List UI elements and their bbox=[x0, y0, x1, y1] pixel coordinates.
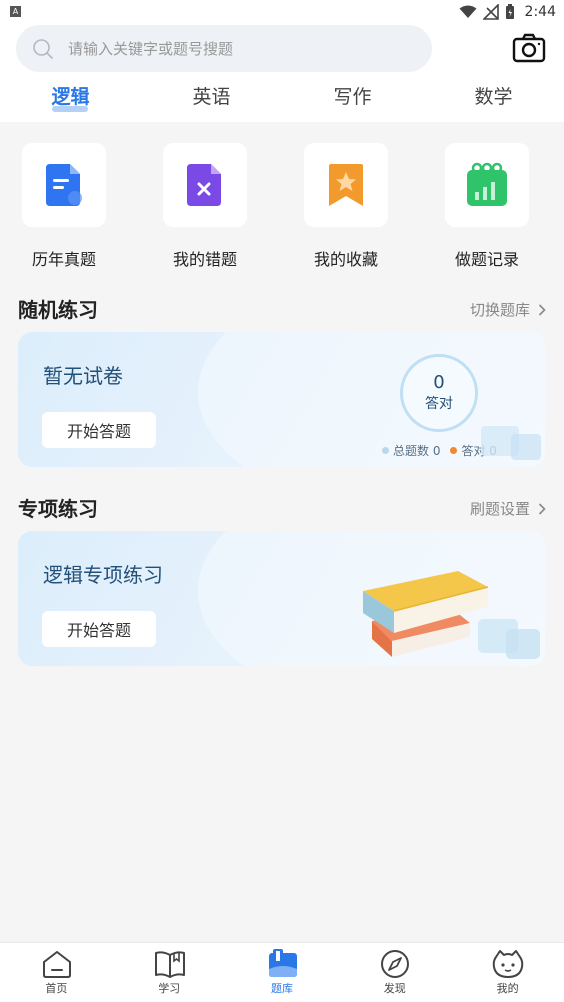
wrong-file-icon bbox=[187, 164, 221, 206]
nav-label: 学习 bbox=[158, 982, 181, 995]
quick-actions: 历年真题 我的错题 我的收藏 做题记录 bbox=[0, 140, 564, 270]
card-title: 逻辑专项练习 bbox=[43, 563, 163, 587]
tab-label: 英语 bbox=[192, 86, 231, 108]
nav-study[interactable]: 学习 bbox=[113, 943, 226, 1002]
nav-discover[interactable]: 发现 bbox=[338, 943, 451, 1002]
correct-count-ring: 0 答对 bbox=[400, 354, 478, 432]
quick-action-label: 我的收藏 bbox=[313, 250, 378, 269]
status-time: 2:44 bbox=[524, 4, 556, 20]
special-practice-card: 逻辑专项练习 开始答题 bbox=[18, 531, 545, 666]
home-icon bbox=[43, 951, 71, 978]
quick-action-tile bbox=[304, 143, 388, 227]
quick-action-past-exams[interactable]: 历年真题 bbox=[0, 140, 141, 270]
legend-dot bbox=[382, 447, 389, 454]
battery-icon bbox=[505, 4, 514, 19]
random-practice-card: 暂无试卷 开始答题 0 答对 总题数 0 答对 0 bbox=[18, 332, 545, 467]
app-notification-icon: A bbox=[10, 6, 21, 17]
quick-action-tile bbox=[163, 143, 247, 227]
subject-tabs: 逻辑 英语 写作 数学 bbox=[0, 82, 564, 118]
start-answer-button[interactable]: 开始答题 bbox=[42, 412, 156, 448]
switch-bank-link[interactable]: 切换题库 bbox=[470, 295, 546, 325]
card-title: 暂无试卷 bbox=[43, 364, 123, 388]
switch-bank-label: 切换题库 bbox=[469, 301, 530, 319]
tab-label: 数学 bbox=[474, 86, 513, 108]
search-bar[interactable] bbox=[16, 25, 432, 72]
nav-label: 首页 bbox=[45, 982, 68, 995]
question-bank-icon bbox=[268, 949, 297, 977]
tab-label: 写作 bbox=[333, 86, 372, 108]
camera-scan-icon[interactable] bbox=[512, 33, 546, 63]
active-tab-indicator bbox=[52, 106, 88, 112]
compass-icon bbox=[381, 950, 410, 978]
tab-math[interactable]: 数学 bbox=[423, 82, 564, 118]
nav-label: 题库 bbox=[270, 982, 293, 995]
legend-total-label: 总题数 0 bbox=[393, 444, 441, 458]
random-practice-header: 随机练习 切换题库 bbox=[18, 295, 546, 325]
quick-action-tile bbox=[445, 143, 529, 227]
quick-action-wrong-questions[interactable]: 我的错题 bbox=[141, 140, 282, 270]
nav-home[interactable]: 首页 bbox=[0, 943, 113, 1002]
card-deco-blocks bbox=[481, 426, 541, 460]
correct-count: 0 bbox=[433, 372, 445, 393]
quick-action-tile bbox=[22, 143, 106, 227]
no-signal-icon bbox=[482, 4, 499, 20]
search-input[interactable] bbox=[68, 25, 418, 72]
special-practice-header: 专项练习 刷题设置 bbox=[18, 494, 546, 524]
quick-action-history[interactable]: 做题记录 bbox=[423, 140, 564, 270]
quick-action-favorites[interactable]: 我的收藏 bbox=[282, 140, 423, 270]
bookmark-star-icon bbox=[329, 164, 363, 206]
chevron-right-icon bbox=[538, 304, 546, 316]
quick-action-label: 历年真题 bbox=[31, 250, 96, 269]
tab-writing[interactable]: 写作 bbox=[282, 82, 423, 118]
section-title: 专项练习 bbox=[18, 497, 98, 521]
quick-action-label: 做题记录 bbox=[454, 250, 519, 269]
book-open-icon bbox=[154, 951, 185, 978]
nav-profile[interactable]: 我的 bbox=[451, 943, 564, 1002]
books-illustration bbox=[363, 571, 540, 659]
tab-english[interactable]: 英语 bbox=[141, 82, 282, 118]
chevron-right-icon bbox=[538, 503, 546, 515]
top-header: 逻辑 英语 写作 数学 bbox=[0, 24, 564, 122]
section-title: 随机练习 bbox=[18, 298, 98, 322]
practice-settings-label: 刷题设置 bbox=[469, 500, 530, 518]
profile-face-icon bbox=[492, 950, 524, 978]
document-icon bbox=[46, 164, 82, 206]
correct-label: 答对 bbox=[425, 396, 453, 412]
status-bar: A 2:44 bbox=[0, 0, 564, 24]
legend-total: 总题数 0 bbox=[382, 442, 440, 459]
tab-label: 逻辑 bbox=[51, 86, 90, 108]
chart-calendar-icon bbox=[467, 162, 507, 206]
bottom-navigation: 首页 学习 题库 发现 我的 bbox=[0, 942, 564, 1002]
legend-dot bbox=[450, 447, 458, 454]
nav-label: 发现 bbox=[383, 982, 406, 995]
start-answer-button[interactable]: 开始答题 bbox=[42, 611, 156, 647]
practice-settings-link[interactable]: 刷题设置 bbox=[470, 494, 546, 524]
quick-action-label: 我的错题 bbox=[172, 250, 237, 269]
nav-label: 我的 bbox=[496, 982, 519, 995]
nav-question-bank[interactable]: 题库 bbox=[226, 943, 339, 1002]
search-icon bbox=[33, 39, 53, 59]
wifi-icon bbox=[459, 5, 477, 18]
tab-logic[interactable]: 逻辑 bbox=[0, 82, 141, 118]
